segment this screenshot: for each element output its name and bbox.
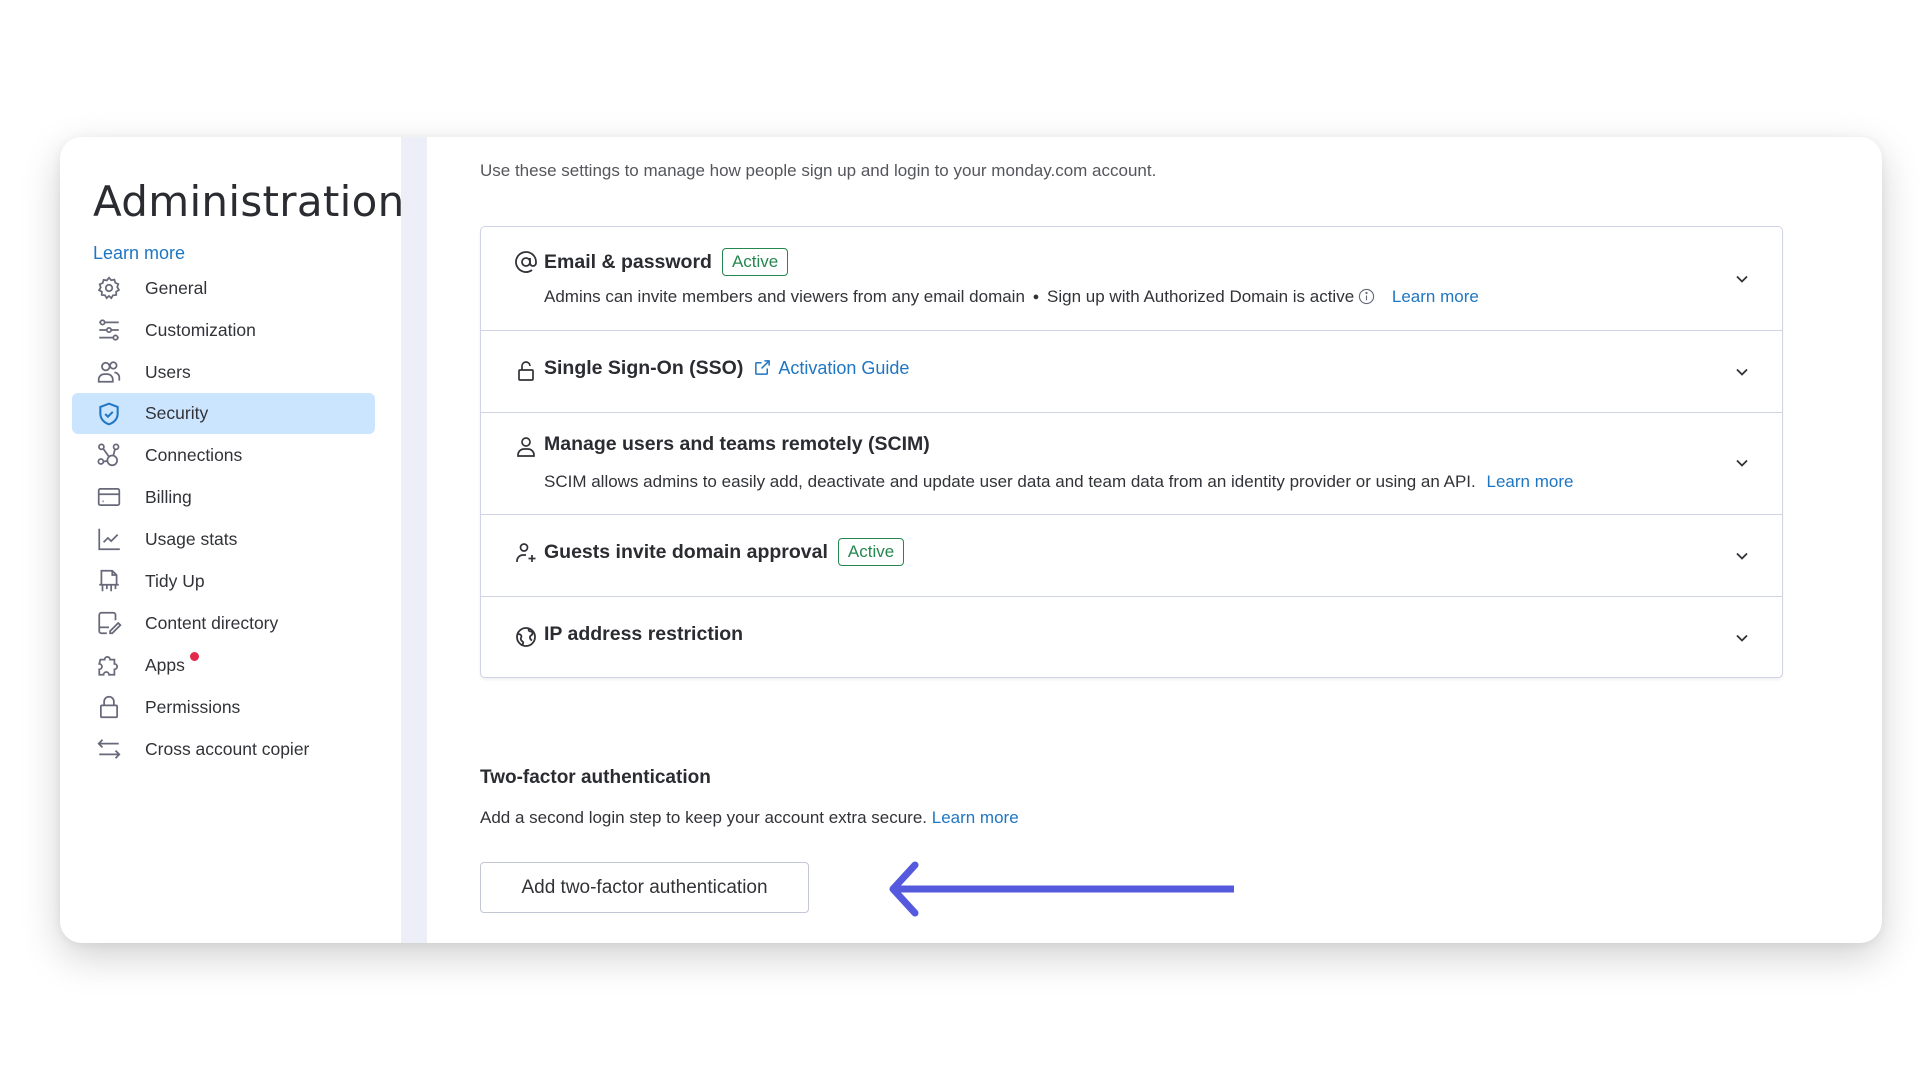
security-intro-text: Use these settings to manage how people …: [480, 161, 1157, 180]
sidebar: Administration Learn more General Custom…: [60, 137, 404, 943]
connections-icon: [96, 442, 122, 468]
accordion-title: Guests invite domain approval Active: [544, 538, 905, 566]
accordion-description: Admins can invite members and viewers fr…: [544, 287, 1479, 307]
accordion-title-text: Single Sign-On (SSO): [544, 357, 744, 379]
sidebar-item-label: General: [145, 277, 208, 298]
sidebar-item-content-directory[interactable]: Content directory: [72, 602, 375, 644]
shield-check-icon: [96, 401, 122, 427]
accordion-title: IP address restriction: [544, 623, 744, 645]
accordion-item-scim[interactable]: Manage users and teams remotely (SCIM) S…: [481, 413, 1782, 515]
puzzle-icon: [96, 652, 122, 678]
unlock-icon: [514, 359, 538, 383]
sidebar-item-label: Permissions: [145, 696, 241, 717]
admin-card: Administration Learn more General Custom…: [60, 137, 1882, 943]
arrows-swap-icon: [96, 736, 122, 762]
sidebar-item-tidy-up[interactable]: Tidy Up: [72, 560, 375, 602]
chevron-down-icon[interactable]: [1732, 628, 1752, 648]
sidebar-item-label: Billing: [145, 486, 192, 507]
sidebar-item-general[interactable]: General: [72, 267, 375, 309]
document-edit-icon: [96, 610, 122, 636]
notification-dot: [190, 652, 199, 661]
sidebar-item-label: Cross account copier: [145, 738, 310, 759]
accordion-title-text: Email & password: [544, 251, 712, 273]
credit-card-icon: [96, 484, 122, 510]
external-link-icon: [753, 358, 772, 377]
sidebar-learn-more-link[interactable]: Learn more: [93, 243, 185, 264]
sidebar-item-connections[interactable]: Connections: [72, 434, 375, 476]
at-sign-icon: [514, 250, 538, 274]
sidebar-item-label: Apps: [145, 654, 185, 675]
add-two-factor-button[interactable]: Add two-factor authentication: [480, 862, 809, 913]
chevron-down-icon[interactable]: [1732, 546, 1752, 566]
sidebar-item-label: Content directory: [145, 612, 279, 633]
sidebar-item-label: Users: [145, 361, 191, 382]
accordion-title: Email & password Active: [544, 248, 789, 276]
user-plus-icon: [514, 541, 538, 565]
description-text: Sign up with Authorized Domain is active: [1047, 287, 1355, 306]
lock-icon: [96, 694, 122, 720]
security-settings-accordion: Email & password Active Admins can invite…: [480, 226, 1783, 678]
sidebar-divider: [401, 137, 427, 943]
shredder-icon: [96, 568, 122, 594]
description-text: SCIM allows admins to easily add, deacti…: [544, 472, 1476, 491]
sidebar-item-apps[interactable]: Apps: [72, 644, 375, 686]
sidebar-item-permissions[interactable]: Permissions: [72, 686, 375, 728]
scim-learn-more-link[interactable]: Learn more: [1487, 472, 1574, 491]
sidebar-item-label: Customization: [145, 319, 256, 340]
sidebar-item-billing[interactable]: Billing: [72, 476, 375, 518]
accordion-title: Single Sign-On (SSO) Activation Guide: [544, 357, 909, 380]
sidebar-item-cross-account-copier[interactable]: Cross account copier: [72, 728, 375, 770]
description-text: Add a second login step to keep your acc…: [480, 808, 927, 827]
sidebar-item-label: Usage stats: [145, 528, 238, 549]
accordion-item-ip-restriction[interactable]: IP address restriction: [481, 597, 1782, 679]
info-icon[interactable]: [1358, 288, 1375, 305]
chart-line-icon: [96, 526, 122, 552]
sso-activation-guide-link[interactable]: Activation Guide: [778, 358, 909, 378]
accordion-item-guests-invite[interactable]: Guests invite domain approval Active: [481, 515, 1782, 597]
gear-icon: [96, 275, 122, 301]
sidebar-item-label: Connections: [145, 444, 243, 465]
globe-icon: [514, 625, 538, 649]
status-badge: Active: [837, 538, 905, 566]
sliders-icon: [96, 317, 122, 343]
sidebar-item-users[interactable]: Users: [72, 351, 375, 393]
accordion-title-text: Guests invite domain approval: [544, 541, 828, 563]
sidebar-item-security[interactable]: Security: [72, 393, 375, 434]
two-factor-learn-more-link[interactable]: Learn more: [932, 808, 1019, 827]
accordion-title: Manage users and teams remotely (SCIM): [544, 433, 930, 455]
accordion-item-email-password[interactable]: Email & password Active Admins can invite…: [481, 227, 1782, 331]
two-factor-description: Add a second login step to keep your acc…: [480, 808, 1019, 828]
user-icon: [514, 435, 538, 459]
bullet-separator: ●: [1032, 291, 1040, 303]
accordion-item-sso[interactable]: Single Sign-On (SSO) Activation Guide: [481, 331, 1782, 413]
users-icon: [96, 359, 122, 385]
sidebar-item-customization[interactable]: Customization: [72, 309, 375, 351]
sidebar-item-label: Tidy Up: [145, 570, 205, 591]
chevron-down-icon[interactable]: [1732, 453, 1752, 473]
accordion-description: SCIM allows admins to easily add, deacti…: [544, 472, 1573, 492]
security-content: Use these settings to manage how people …: [427, 137, 1882, 943]
status-badge: Active: [721, 248, 789, 276]
sidebar-nav: General Customization Users Security Con…: [72, 267, 375, 770]
email-learn-more-link[interactable]: Learn more: [1392, 287, 1479, 306]
chevron-down-icon[interactable]: [1732, 269, 1752, 289]
two-factor-title: Two-factor authentication: [480, 767, 711, 788]
description-text: Admins can invite members and viewers fr…: [544, 287, 1025, 306]
page-title: Administration: [93, 177, 405, 226]
sidebar-item-label: Security: [145, 403, 209, 423]
annotation-arrow-icon: [889, 861, 1234, 917]
chevron-down-icon[interactable]: [1732, 362, 1752, 382]
sidebar-item-usage-stats[interactable]: Usage stats: [72, 518, 375, 560]
